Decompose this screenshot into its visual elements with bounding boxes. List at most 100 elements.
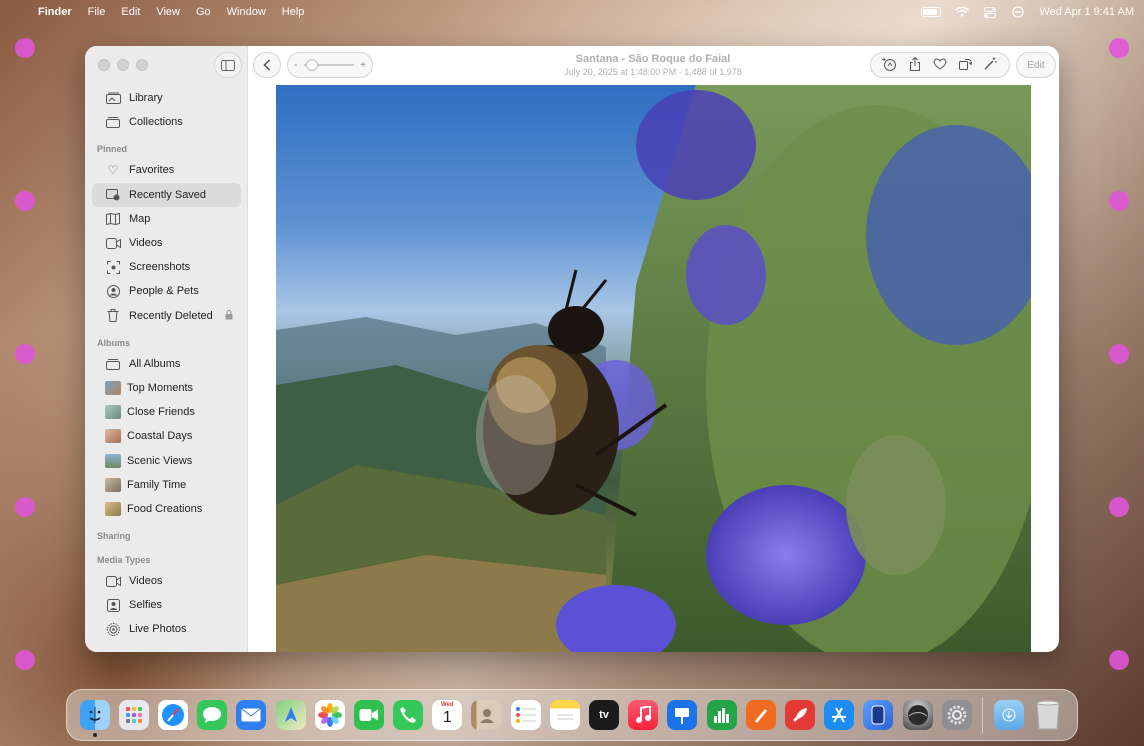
dock-app-reminders[interactable]: [510, 700, 541, 730]
chevron-left-icon: [263, 59, 271, 71]
dock-app-facetime[interactable]: [353, 700, 384, 730]
sidebar-item-live-photos[interactable]: Live Photos: [92, 617, 241, 641]
dock-app-maps[interactable]: [275, 700, 306, 730]
menu-window[interactable]: Window: [227, 6, 266, 18]
control-center-icon[interactable]: [983, 6, 997, 18]
sidebar-item-recently-saved[interactable]: Recently Saved: [92, 182, 241, 207]
battery-icon[interactable]: [921, 7, 942, 17]
sidebar-item-family-time[interactable]: Family Time: [92, 473, 241, 497]
photo-viewer[interactable]: [276, 85, 1031, 652]
calendar-day-number: 1: [442, 709, 452, 726]
section-header-sharing[interactable]: Sharing: [85, 521, 248, 545]
dock-app-messages[interactable]: [197, 700, 228, 730]
dock-app-contacts[interactable]: [471, 700, 502, 730]
sidebar-item-media-videos[interactable]: Videos: [92, 569, 241, 593]
dock-downloads-folder[interactable]: [993, 700, 1024, 730]
sidebar-item-close-friends[interactable]: Close Friends: [92, 400, 241, 424]
zoom-knob[interactable]: [305, 59, 318, 71]
marker-dot: [1109, 650, 1129, 670]
dock-trash[interactable]: [1033, 700, 1063, 730]
menu-help[interactable]: Help: [282, 6, 305, 18]
photo-subtitle: July 20, 2025 at 1:48:00 PM · 1,488 of 1…: [564, 67, 742, 77]
menu-app-name[interactable]: Finder: [38, 6, 72, 18]
download-icon: [1002, 708, 1016, 722]
dock-app-phone[interactable]: [393, 700, 424, 730]
marker-dot: [15, 497, 35, 517]
sidebar-item-label: Videos: [129, 237, 163, 250]
dock-app-keynote[interactable]: [667, 700, 698, 730]
sidebar-toggle-button[interactable]: [214, 52, 242, 78]
dock-app-app-store[interactable]: [824, 700, 855, 730]
sidebar-item-recently-deleted[interactable]: Recently Deleted: [92, 304, 241, 328]
photos-window: Library Collections Pinned ♡ Favorites R…: [85, 46, 1059, 652]
sidebar-item-all-albums[interactable]: All Albums: [92, 352, 241, 376]
facetime-icon: [359, 709, 378, 721]
sidebar-item-label: Collections: [129, 116, 183, 129]
sidebar: Library Collections Pinned ♡ Favorites R…: [85, 46, 248, 652]
edit-button[interactable]: Edit: [1016, 52, 1056, 78]
sidebar-item-screenshots[interactable]: Screenshots: [92, 255, 241, 279]
sidebar-item-label: Videos: [129, 575, 163, 588]
wifi-icon[interactable]: [955, 6, 970, 18]
dock-app-music[interactable]: [628, 700, 659, 730]
dock-app-calendar[interactable]: Wed 1: [432, 700, 463, 730]
marker-dot: [1109, 344, 1129, 364]
visual-lookup-icon[interactable]: [880, 57, 900, 74]
lock-icon: [225, 309, 233, 322]
menubar-status: Wed Apr 1 9:41 AM: [921, 6, 1134, 18]
dock-app-pages[interactable]: [745, 700, 776, 730]
sidebar-item-favorites[interactable]: ♡ Favorites: [92, 158, 241, 182]
person-icon: [105, 284, 121, 298]
calendar-month-label: Wed: [441, 702, 454, 708]
album-thumbnail: [105, 453, 121, 468]
menubar-clock[interactable]: Wed Apr 1 9:41 AM: [1039, 6, 1134, 18]
share-icon[interactable]: [905, 56, 925, 74]
dock-app-rocket[interactable]: [784, 700, 815, 730]
zoom-track[interactable]: [303, 59, 354, 71]
menu-go[interactable]: Go: [196, 6, 211, 18]
dock-app-safari[interactable]: [157, 700, 188, 730]
dock-app-notes[interactable]: [549, 700, 580, 730]
zoom-in-icon[interactable]: +: [360, 60, 366, 71]
sidebar-item-label: Close Friends: [127, 406, 195, 419]
minimize-button[interactable]: [117, 59, 129, 71]
sidebar-item-label: Food Creations: [127, 502, 203, 515]
zoom-out-icon[interactable]: -: [294, 60, 297, 71]
sidebar-item-scenic-views[interactable]: Scenic Views: [92, 448, 241, 472]
sidebar-item-library[interactable]: Library: [92, 86, 241, 110]
dock-app-photos[interactable]: [314, 700, 345, 730]
dock-app-system-settings[interactable]: [941, 700, 972, 730]
sidebar-item-people-pets[interactable]: People & Pets: [92, 279, 241, 303]
menu-file[interactable]: File: [88, 6, 106, 18]
app-store-icon: [832, 707, 847, 723]
focus-icon[interactable]: [1011, 6, 1025, 18]
sidebar-item-videos[interactable]: Videos: [92, 231, 241, 255]
zoom-slider[interactable]: - +: [287, 52, 373, 78]
dock-app-mail[interactable]: [236, 700, 267, 730]
sidebar-item-food-creations[interactable]: Food Creations: [92, 497, 241, 521]
sidebar-item-coastal-days[interactable]: Coastal Days: [92, 424, 241, 448]
sidebar-item-collections[interactable]: Collections: [92, 110, 241, 134]
sidebar-item-label: Scenic Views: [127, 454, 193, 467]
dock-app-numbers[interactable]: [706, 700, 737, 730]
marker-dot: [15, 344, 35, 364]
dock-app-macos-installer[interactable]: [902, 700, 933, 730]
sidebar-icon: [221, 59, 235, 71]
close-button[interactable]: [98, 59, 110, 71]
running-indicator: [92, 733, 97, 737]
sidebar-item-map[interactable]: Map: [92, 207, 241, 231]
dock-app-iphone-mirroring[interactable]: [863, 700, 894, 730]
sidebar-item-selfies[interactable]: Selfies: [92, 593, 241, 617]
dock-app-tv[interactable]: tv: [589, 700, 620, 730]
menu-view[interactable]: View: [156, 6, 180, 18]
dock-app-finder[interactable]: [79, 700, 110, 737]
screenshot-icon: [105, 260, 121, 274]
rotate-icon[interactable]: [955, 57, 975, 73]
menu-edit[interactable]: Edit: [121, 6, 140, 18]
magic-wand-icon[interactable]: [980, 57, 1000, 73]
dock-app-launchpad[interactable]: [118, 700, 149, 730]
heart-icon[interactable]: [930, 58, 950, 73]
zoom-button[interactable]: [136, 59, 148, 71]
back-button[interactable]: [253, 52, 281, 78]
sidebar-item-top-moments[interactable]: Top Moments: [92, 376, 241, 400]
